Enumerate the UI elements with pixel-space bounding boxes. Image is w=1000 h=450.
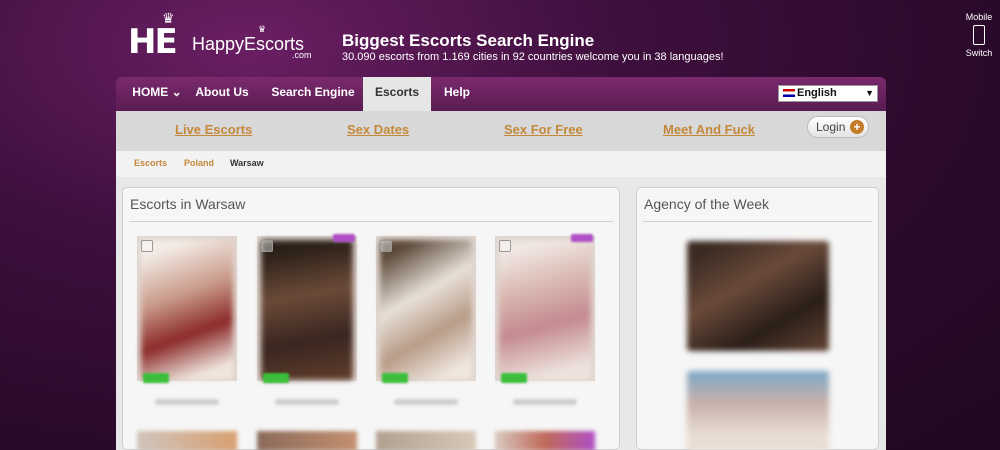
escort-photo[interactable] [499,240,591,380]
divider [643,221,872,222]
card-caption [394,399,458,405]
agency-panel: Agency of the Week [636,187,879,450]
card-caption [155,399,219,405]
escort-card[interactable] [257,431,357,450]
breadcrumb-poland[interactable]: Poland [184,151,214,175]
link-sex-dates[interactable]: Sex Dates [347,122,409,137]
breadcrumb: Escorts Poland Warsaw [116,151,886,177]
escort-card[interactable] [495,431,595,450]
escort-card[interactable] [137,236,237,405]
status-badge [143,373,169,383]
premium-badge [571,234,593,242]
login-label: Login [816,120,846,134]
escort-card[interactable] [376,236,476,405]
switch-label: Switch [965,48,993,58]
nav-search-engine[interactable]: Search Engine [266,77,360,111]
mobile-label: Mobile [965,12,993,22]
escort-photo[interactable] [380,240,472,380]
language-value: English [797,87,837,99]
logo-name: HappyEscorts [192,34,305,54]
uk-flag-icon [783,89,795,98]
divider [129,221,613,222]
nav-home[interactable]: HOME ⌄ [126,77,188,111]
escort-photo[interactable] [261,240,353,380]
logo-tld: .com [292,50,312,60]
escorts-panel: Escorts in Warsaw [122,187,620,450]
logo-mark: HE [128,22,178,62]
link-meet-and-fuck[interactable]: Meet And Fuck [663,122,755,137]
panel-title: Escorts in Warsaw [130,196,246,212]
language-select[interactable]: English ▼ [778,85,878,102]
escort-card[interactable] [376,431,476,450]
info-icon [261,240,273,252]
page-subheading: 30.090 escorts from 1.169 cities in 92 c… [342,51,724,63]
crown-icon: ♛ [162,10,175,26]
card-caption [275,399,339,405]
status-badge [501,373,527,383]
crown-icon: ♛ [258,24,267,34]
info-icon [141,240,153,252]
nav-escorts[interactable]: Escorts [363,77,431,111]
info-icon [380,240,392,252]
escort-card[interactable] [137,431,237,450]
nav-help[interactable]: Help [438,77,476,111]
agency-photo[interactable] [687,371,829,450]
escort-card[interactable] [257,234,357,405]
plus-icon: + [850,120,864,134]
premium-badge [333,234,355,242]
escort-card[interactable] [495,234,595,405]
panel-title: Agency of the Week [644,196,770,212]
escort-photo[interactable] [141,240,233,380]
agency-photo[interactable] [687,241,829,351]
breadcrumb-escorts[interactable]: Escorts [134,151,167,175]
breadcrumb-warsaw: Warsaw [230,158,264,168]
link-live-escorts[interactable]: Live Escorts [175,122,252,137]
main-nav: HOME ⌄ About Us Search Engine Escorts He… [116,77,886,111]
dropdown-arrow-icon: ▼ [865,88,874,98]
nav-about-us[interactable]: About Us [192,77,252,111]
info-icon [499,240,511,252]
login-button[interactable]: Login + [807,116,869,138]
status-badge [382,373,408,383]
card-caption [513,399,577,405]
mobile-switch[interactable]: Mobile Switch [962,12,996,58]
link-sex-for-free[interactable]: Sex For Free [504,122,583,137]
page-heading: Biggest Escorts Search Engine [342,31,595,50]
status-badge [263,373,289,383]
phone-icon [973,25,985,45]
sub-nav: Live Escorts Sex Dates Sex For Free Meet… [116,111,886,151]
